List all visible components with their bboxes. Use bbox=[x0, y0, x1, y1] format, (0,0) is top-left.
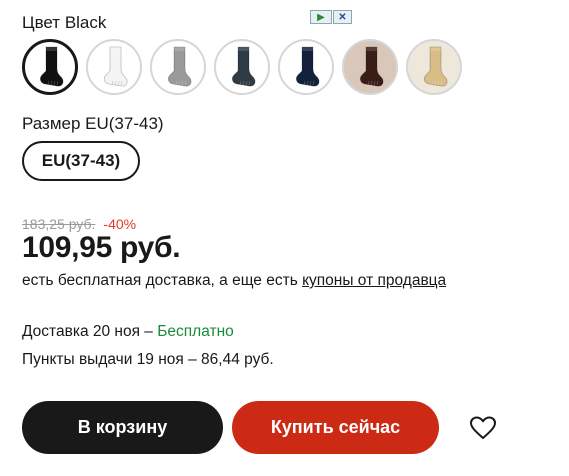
sock-image bbox=[39, 46, 64, 87]
color-swatch-gray[interactable] bbox=[150, 39, 206, 95]
delivery-note: есть бесплатная доставка, а еще есть куп… bbox=[22, 272, 446, 290]
pickup-info: Пункты выдачи 19 ноя – 86,44 руб. bbox=[22, 351, 274, 368]
delivery-free: Бесплатно bbox=[157, 323, 234, 340]
sock-image bbox=[231, 46, 256, 87]
sock-image bbox=[423, 46, 448, 87]
color-swatch-white[interactable] bbox=[86, 39, 142, 95]
color-swatch-black[interactable] bbox=[22, 39, 78, 95]
old-price: 183,25 руб. bbox=[22, 216, 96, 232]
sock-image bbox=[295, 46, 320, 87]
size-option-selected[interactable]: EU(37-43) bbox=[22, 141, 140, 181]
color-swatch-brown[interactable] bbox=[342, 39, 398, 95]
old-price-row: 183,25 руб. -40% bbox=[22, 216, 136, 232]
size-label: Размер EU(37-43) bbox=[22, 114, 164, 133]
close-icon[interactable]: ✕ bbox=[333, 10, 352, 24]
sock-image bbox=[359, 46, 384, 87]
ad-badge[interactable]: ▶ ✕ bbox=[310, 10, 352, 24]
current-price: 109,95 руб. bbox=[22, 231, 181, 264]
play-icon[interactable]: ▶ bbox=[310, 10, 332, 24]
sock-image bbox=[167, 46, 192, 87]
sock-image bbox=[103, 46, 128, 87]
delivery-info: Доставка 20 ноя – Бесплатно bbox=[22, 323, 234, 341]
color-swatch-beige[interactable] bbox=[406, 39, 462, 95]
seller-coupons-link[interactable]: купоны от продавца bbox=[302, 272, 446, 289]
delivery-date: Доставка 20 ноя – bbox=[22, 323, 158, 340]
heart-icon[interactable] bbox=[466, 413, 500, 443]
color-label: Цвет Black bbox=[22, 13, 107, 32]
color-swatches bbox=[22, 39, 462, 95]
discount-badge: -40% bbox=[103, 216, 137, 232]
color-swatch-navy[interactable] bbox=[278, 39, 334, 95]
buy-now-button[interactable]: Купить сейчас bbox=[232, 401, 439, 454]
delivery-note-text: есть бесплатная доставка, а еще есть bbox=[22, 272, 303, 289]
color-swatch-dark-gray[interactable] bbox=[214, 39, 270, 95]
add-to-cart-button[interactable]: В корзину bbox=[22, 401, 223, 454]
